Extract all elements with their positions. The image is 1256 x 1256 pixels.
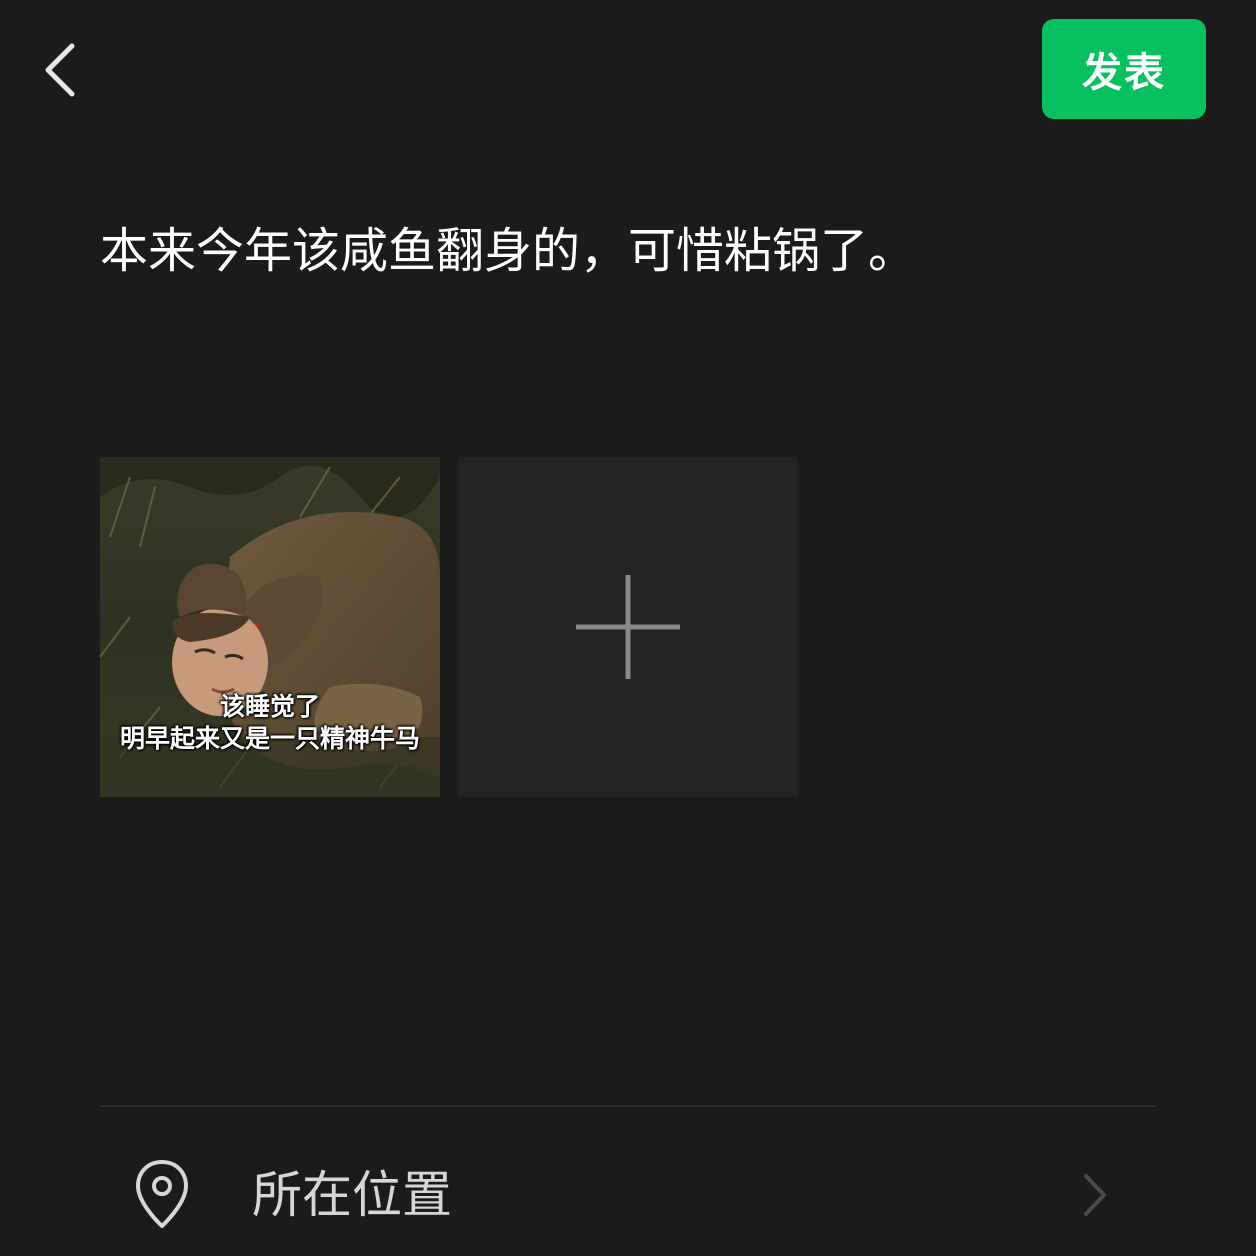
back-button[interactable] [28, 34, 92, 106]
add-image-button[interactable] [458, 457, 798, 797]
plus-icon [576, 575, 680, 679]
image-thumbnail[interactable]: 该睡觉了 明早起来又是一只精神牛马 [100, 457, 440, 797]
image-caption-line-1: 该睡觉了 [219, 692, 320, 721]
location-pin-icon [136, 1160, 188, 1228]
divider [100, 1105, 1156, 1107]
chevron-left-icon [45, 43, 75, 97]
location-label: 所在位置 [252, 1166, 452, 1224]
post-text[interactable]: 本来今年该咸鱼翻身的，可惜粘锅了。 [100, 218, 1160, 284]
chevron-right-icon [1084, 1174, 1106, 1216]
location-row[interactable]: 所在位置 [100, 1140, 1156, 1250]
image-caption-line-2: 明早起来又是一只精神牛马 [119, 724, 420, 753]
publish-button[interactable]: 发表 [1042, 19, 1206, 119]
